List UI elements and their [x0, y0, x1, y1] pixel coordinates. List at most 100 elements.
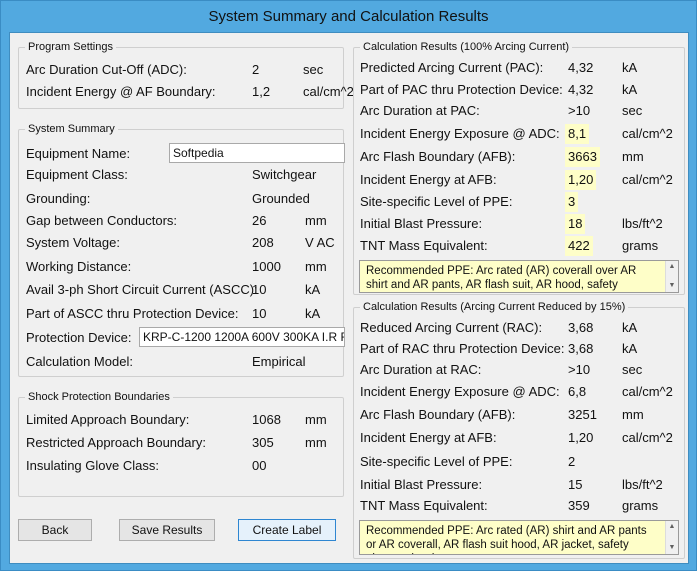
equipment-class-label: Equipment Class: — [26, 167, 128, 182]
calc-85-row: Arc Duration at RAC: >10 sec — [360, 360, 684, 380]
ppe-85-textbox[interactable]: Recommended PPE: Arc rated (AR) shirt an… — [359, 520, 679, 555]
protection-device-field[interactable]: KRP-C-1200 1200A 600V 300KA I.R Fuse — [139, 327, 345, 347]
calc-100-row: Part of PAC thru Protection Device: 4,32… — [360, 80, 684, 100]
arc-duration-pac-value: >10 — [568, 103, 591, 118]
ie-at-afb-label: Incident Energy at AFB: — [360, 172, 497, 187]
ascc-device-unit: kA — [305, 306, 321, 321]
calc-85-row: Arc Flash Boundary (AFB): 3251 mm — [360, 405, 684, 425]
calc-85-row: Incident Energy at AFB: 1,20 cal/cm^2 — [360, 428, 684, 448]
adc-label: Arc Duration Cut-Off (ADC): — [26, 62, 187, 77]
ie-exposure-value: 8,1 — [565, 124, 590, 144]
calc-100-row: TNT Mass Equivalent: 422 grams — [360, 236, 684, 256]
afb-85-unit: mm — [622, 407, 644, 422]
main-window: System Summary and Calculation Results P… — [0, 0, 697, 571]
calc-100-row: Site-specific Level of PPE: 3 — [360, 192, 684, 212]
ascc-device-label: Part of ASCC thru Protection Device: — [26, 306, 239, 321]
gap-label: Gap between Conductors: — [26, 213, 178, 228]
rab-label: Restricted Approach Boundary: — [26, 435, 206, 450]
calc-85-row: Initial Blast Pressure: 15 lbs/ft^2 — [360, 475, 684, 495]
scroll-up-icon[interactable]: ▲ — [666, 521, 678, 533]
program-settings-title: Program Settings — [25, 40, 116, 54]
ppe-100-scrollbar[interactable]: ▲ ▼ — [665, 261, 678, 292]
ie-exposure-label: Incident Energy Exposure @ ADC: — [360, 126, 560, 141]
summary-row: Avail 3-ph Short Circuit Current (ASCC):… — [26, 280, 344, 300]
back-button[interactable]: Back — [18, 519, 92, 541]
pac-value: 4,32 — [568, 60, 594, 75]
scroll-down-icon[interactable]: ▼ — [666, 280, 678, 292]
pac-device-value: 4,32 — [568, 82, 594, 97]
glove-value: 00 — [252, 458, 267, 473]
rac-device-value: 3,68 — [568, 341, 594, 356]
lab-value: 1068 — [252, 412, 281, 427]
afb-label: Arc Flash Boundary (AFB): — [360, 149, 516, 164]
calc-85-row: Reduced Arcing Current (RAC): 3,68 kA — [360, 318, 684, 338]
voltage-unit: V AC — [305, 235, 335, 250]
shock-row: Limited Approach Boundary: 1068 mm — [26, 410, 344, 430]
tnt-85-value: 359 — [568, 498, 590, 513]
afb-85-value: 3251 — [568, 407, 597, 422]
afb-value: 3663 — [565, 147, 600, 167]
ppe-level-85-value: 2 — [568, 454, 576, 469]
calc-100-row: Predicted Arcing Current (PAC): 4,32 kA — [360, 58, 684, 78]
ascc-unit: kA — [305, 282, 321, 297]
grounding-label: Grounding: — [26, 191, 91, 206]
adc-row: Arc Duration Cut-Off (ADC): 2 sec — [26, 60, 344, 80]
create-label-button[interactable]: Create Label — [238, 519, 336, 541]
system-summary-title: System Summary — [25, 122, 118, 136]
calc-100-row: Arc Duration at PAC: >10 sec — [360, 101, 684, 121]
blast-pressure-85-unit: lbs/ft^2 — [622, 477, 663, 492]
ppe-85-scrollbar[interactable]: ▲ ▼ — [665, 521, 678, 554]
calc-model-row: Calculation Model: Empirical — [26, 352, 344, 372]
scroll-down-icon[interactable]: ▼ — [666, 542, 678, 554]
calc-100-row: Incident Energy Exposure @ ADC: 8,1 cal/… — [360, 124, 684, 144]
ie-exposure-85-unit: cal/cm^2 — [622, 384, 673, 399]
arc-duration-rac-value: >10 — [568, 362, 591, 377]
protection-device-label: Protection Device: — [26, 330, 132, 345]
blast-pressure-value: 18 — [565, 214, 586, 234]
working-distance-value: 1000 — [252, 259, 281, 274]
ie-afb-value: 1,2 — [252, 84, 271, 99]
system-summary-group: System Summary Equipment Name: Softpedia… — [18, 122, 345, 377]
save-results-button[interactable]: Save Results — [119, 519, 215, 541]
ie-exposure-unit: cal/cm^2 — [622, 126, 673, 141]
summary-row: Gap between Conductors: 26 mm — [26, 211, 344, 231]
ie-exposure-85-label: Incident Energy Exposure @ ADC: — [360, 384, 560, 399]
arc-duration-rac-unit: sec — [622, 362, 643, 377]
gap-unit: mm — [305, 213, 327, 228]
rab-unit: mm — [305, 435, 327, 450]
equipment-name-field[interactable]: Softpedia — [169, 143, 345, 163]
ie-exposure-85-value: 6,8 — [568, 384, 587, 399]
arc-duration-pac-label: Arc Duration at PAC: — [360, 103, 480, 118]
working-distance-unit: mm — [305, 259, 327, 274]
calc-100-row: Incident Energy at AFB: 1,20 cal/cm^2 — [360, 170, 684, 190]
summary-row: System Voltage: 208 V AC — [26, 233, 344, 253]
window-title: System Summary and Calculation Results — [208, 8, 489, 25]
rab-value: 305 — [252, 435, 274, 450]
ie-afb-unit: cal/cm^2 — [303, 84, 354, 99]
calc-85-title: Calculation Results (Arcing Current Redu… — [360, 300, 629, 314]
pac-label: Predicted Arcing Current (PAC): — [360, 60, 544, 75]
working-distance-label: Working Distance: — [26, 259, 132, 274]
tnt-85-unit: grams — [622, 498, 659, 513]
ppe-100-textbox[interactable]: Recommended PPE: Arc rated (AR) coverall… — [359, 260, 679, 293]
client-area: Program Settings Arc Duration Cut-Off (A… — [9, 32, 689, 564]
scroll-up-icon[interactable]: ▲ — [666, 261, 678, 273]
grounding-value: Grounded — [252, 191, 310, 206]
calc-100-group: Calculation Results (100% Arcing Current… — [353, 40, 685, 295]
blast-pressure-85-label: Initial Blast Pressure: — [360, 477, 483, 492]
arc-duration-rac-label: Arc Duration at RAC: — [360, 362, 482, 377]
summary-row: Grounding: Grounded — [26, 189, 344, 209]
tnt-value: 422 — [565, 236, 593, 256]
lab-unit: mm — [305, 412, 327, 427]
calc-85-row: Incident Energy Exposure @ ADC: 6,8 cal/… — [360, 382, 684, 402]
ascc-device-value: 10 — [252, 306, 267, 321]
rac-value: 3,68 — [568, 320, 594, 335]
ppe-level-85-label: Site-specific Level of PPE: — [360, 454, 513, 469]
rac-unit: kA — [622, 320, 638, 335]
blast-pressure-85-value: 15 — [568, 477, 583, 492]
voltage-value: 208 — [252, 235, 274, 250]
calc-85-row: Site-specific Level of PPE: 2 — [360, 452, 684, 472]
rac-device-label: Part of RAC thru Protection Device: — [360, 341, 565, 356]
shock-row: Restricted Approach Boundary: 305 mm — [26, 433, 344, 453]
ppe-85-text: Recommended PPE: Arc rated (AR) shirt an… — [366, 525, 647, 554]
